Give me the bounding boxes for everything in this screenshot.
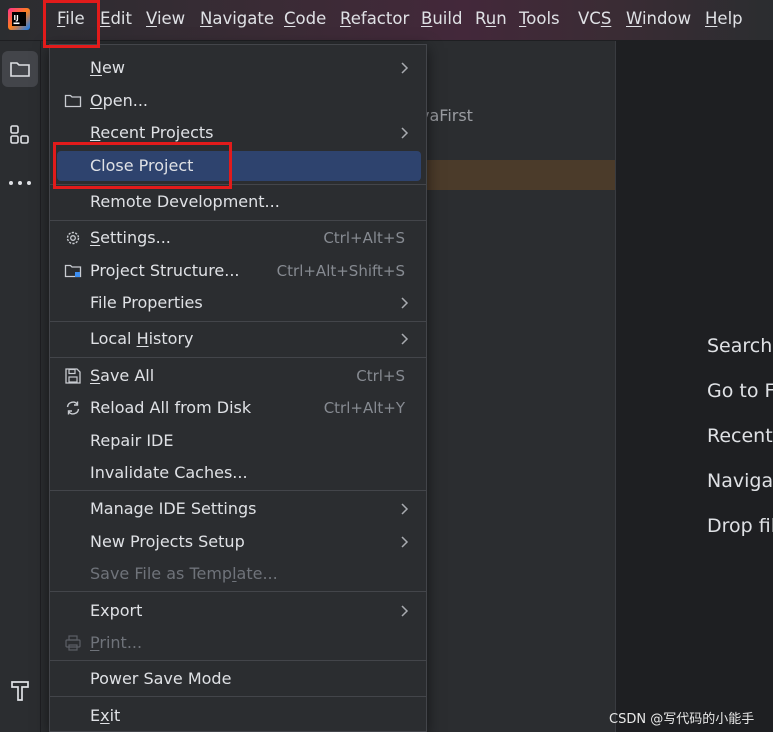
menu-item-settings[interactable]: Settings... Ctrl+Alt+S xyxy=(50,223,426,253)
chevron-right-icon xyxy=(401,62,409,74)
menu-item-recent-projects[interactable]: Recent Projects xyxy=(50,118,426,148)
watermark-text: CSDN @写代码的小能手 xyxy=(609,712,755,727)
more-tools-button[interactable] xyxy=(2,165,38,201)
menu-edit[interactable]: Edit xyxy=(100,9,132,29)
menu-separator xyxy=(50,660,426,661)
welcome-drop-hint: Drop fil xyxy=(707,515,773,537)
menu-item-new[interactable]: New xyxy=(50,53,426,83)
menu-item-reload-all[interactable]: Reload All from Disk Ctrl+Alt+Y xyxy=(50,393,426,423)
menu-item-save-as-template: Save File as Template... xyxy=(90,564,278,583)
shortcut-label: Ctrl+S xyxy=(356,367,405,385)
menu-item-open[interactable]: Open... xyxy=(50,86,426,116)
menu-help[interactable]: Help xyxy=(705,9,743,29)
chevron-right-icon xyxy=(401,536,409,548)
menu-run[interactable]: Run xyxy=(475,9,507,29)
menu-navigate[interactable]: Navigate xyxy=(200,9,274,29)
structure-tool-button[interactable] xyxy=(2,117,38,153)
project-tool-button[interactable] xyxy=(2,51,38,87)
main-menu-bar: IJ File Edit View Navigate Code Refactor… xyxy=(0,0,773,41)
menu-item-remote-development[interactable]: Remote Development... xyxy=(50,187,426,217)
welcome-goto-hint: Go to F xyxy=(707,380,773,402)
print-icon xyxy=(65,635,81,651)
folder-icon xyxy=(10,62,30,77)
menu-refactor[interactable]: Refactor xyxy=(340,9,409,29)
menu-item-local-history[interactable]: Local History xyxy=(50,324,426,354)
menu-item-exit[interactable]: Exit xyxy=(50,701,426,731)
welcome-search-hint: Search xyxy=(707,335,773,357)
chevron-right-icon xyxy=(401,605,409,617)
save-icon xyxy=(65,368,81,384)
menu-separator xyxy=(50,220,426,221)
project-name-text: vaFirst xyxy=(420,106,473,125)
menu-item-power-save-mode[interactable]: Power Save Mode xyxy=(50,664,426,694)
menu-tools[interactable]: Tools xyxy=(519,9,560,29)
menu-separator xyxy=(50,696,426,697)
welcome-navigation-hint: Naviga xyxy=(707,470,773,492)
structure-icon xyxy=(10,125,29,144)
menu-separator xyxy=(50,591,426,592)
menu-item-new-projects-setup[interactable]: New Projects Setup xyxy=(50,527,426,557)
menu-separator xyxy=(50,321,426,322)
menu-item-export[interactable]: Export xyxy=(50,596,426,626)
menu-item-repair-ide[interactable]: Repair IDE xyxy=(50,426,426,456)
menu-item-invalidate-caches[interactable]: Invalidate Caches... xyxy=(50,458,426,488)
file-menu-dropdown: New Open... Recent Projects Close Projec… xyxy=(49,44,427,732)
shortcut-label: Ctrl+Alt+S xyxy=(323,229,405,247)
more-dots-icon xyxy=(9,181,31,185)
menu-vcs[interactable]: VCS xyxy=(578,9,611,29)
editor-welcome-panel: Search Go to F Recent Naviga Drop fil xyxy=(616,41,773,732)
chevron-right-icon xyxy=(401,297,409,309)
menu-view[interactable]: View xyxy=(146,9,185,29)
svg-text:IJ: IJ xyxy=(14,14,19,22)
menu-separator xyxy=(50,357,426,358)
menu-item-project-structure[interactable]: Project Structure... Ctrl+Alt+Shift+S xyxy=(50,256,426,286)
project-structure-icon xyxy=(64,264,82,278)
project-selected-row xyxy=(425,160,615,190)
menu-item-save-all[interactable]: Save All Ctrl+S xyxy=(50,361,426,391)
build-tool-button[interactable] xyxy=(2,673,38,709)
chevron-right-icon xyxy=(401,333,409,345)
intellij-logo-icon[interactable]: IJ xyxy=(8,8,30,30)
menu-item-close-project[interactable]: Close Project xyxy=(50,151,426,181)
menu-item-manage-ide-settings[interactable]: Manage IDE Settings xyxy=(50,494,426,524)
menu-separator xyxy=(50,184,426,185)
menu-separator xyxy=(50,490,426,491)
gear-icon xyxy=(66,231,80,245)
menu-build[interactable]: Build xyxy=(421,9,462,29)
chevron-right-icon xyxy=(401,127,409,139)
shortcut-label: Ctrl+Alt+Y xyxy=(323,399,405,417)
welcome-recent-hint: Recent xyxy=(707,425,773,447)
chevron-right-icon xyxy=(401,503,409,515)
menu-window[interactable]: Window xyxy=(626,9,691,29)
reload-icon xyxy=(66,401,80,415)
tool-window-strip xyxy=(0,41,41,732)
menu-item-file-properties[interactable]: File Properties xyxy=(50,288,426,318)
folder-icon xyxy=(64,94,82,108)
hammer-icon xyxy=(11,681,29,701)
menu-code[interactable]: Code xyxy=(284,9,326,29)
shortcut-label: Ctrl+Alt+Shift+S xyxy=(276,262,405,280)
menu-item-print: Print... xyxy=(50,628,426,658)
menu-file[interactable]: File xyxy=(57,9,85,29)
